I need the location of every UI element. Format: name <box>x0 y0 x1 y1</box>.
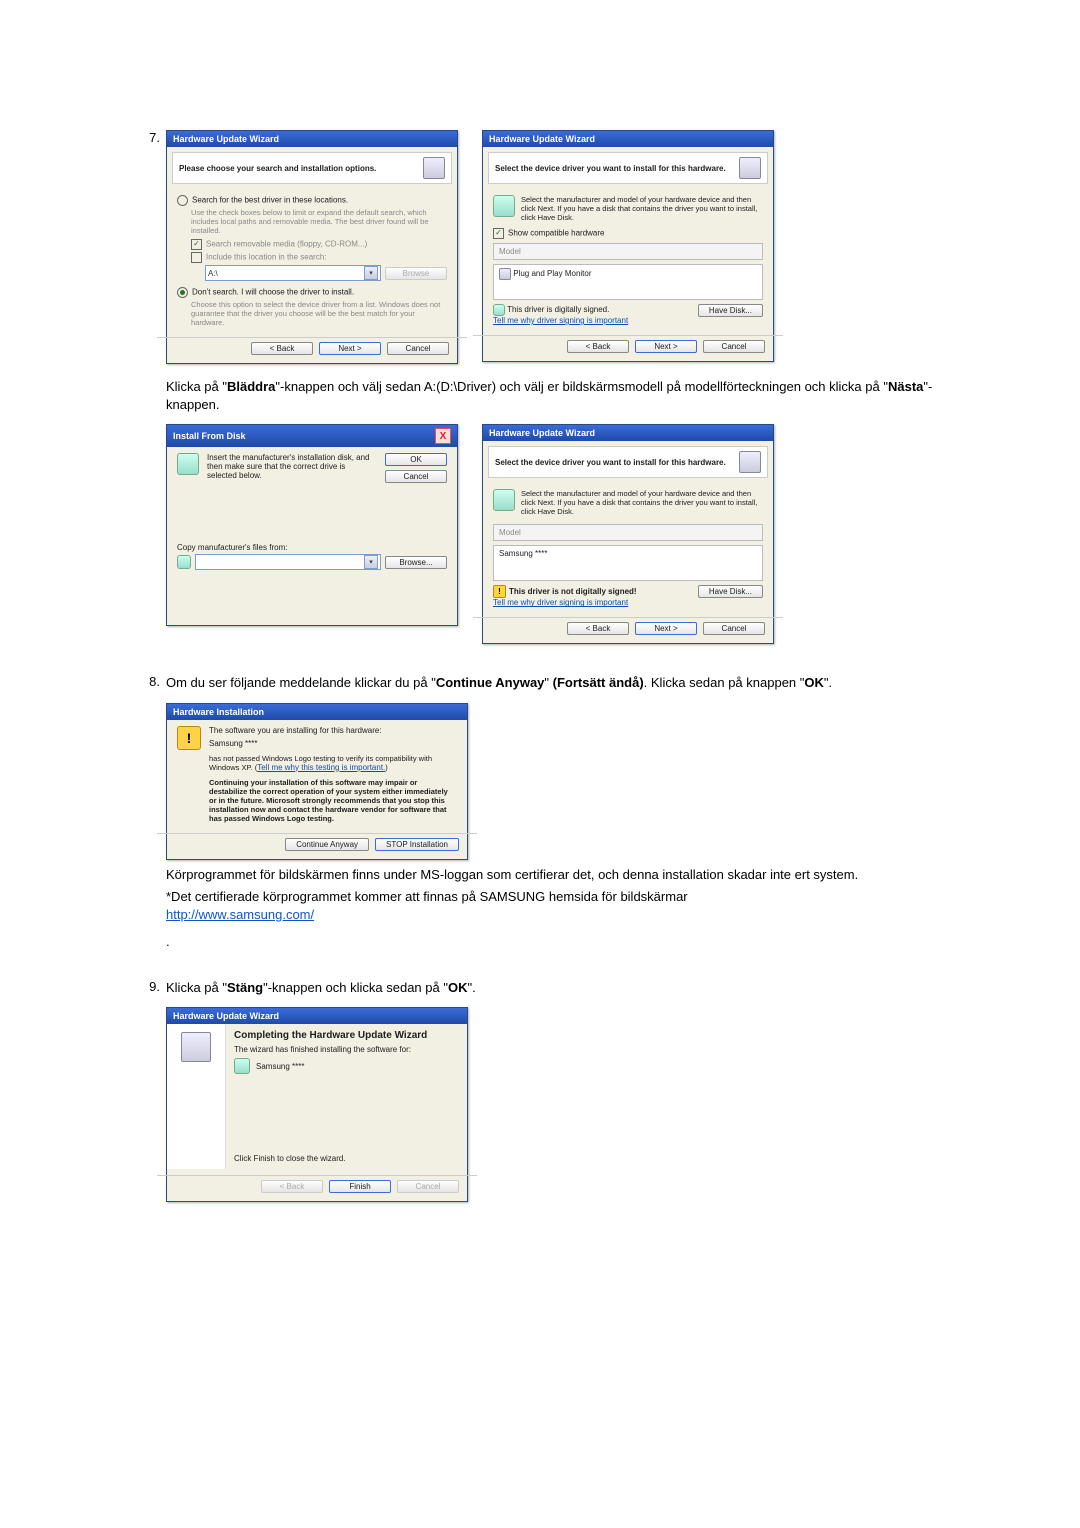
wizard-icon <box>423 157 445 179</box>
step-number: 8. <box>130 674 166 949</box>
warning-icon: ! <box>177 726 201 750</box>
cancel-button[interactable]: Cancel <box>703 340 765 353</box>
wizard-icon <box>181 1032 211 1062</box>
completing-heading: Completing the Hardware Update Wizard <box>234 1030 459 1041</box>
have-disk-button[interactable]: Have Disk... <box>698 304 763 317</box>
back-button: < Back <box>261 1180 323 1193</box>
check-show-compatible[interactable] <box>493 228 504 239</box>
continue-anyway-button[interactable]: Continue Anyway <box>285 838 369 851</box>
monitor-icon <box>234 1058 250 1074</box>
back-button[interactable]: < Back <box>251 342 313 355</box>
link-why-signing[interactable]: Tell me why driver signing is important <box>493 598 637 607</box>
dialog-install-from-disk: Install From Disk X Insert the manufactu… <box>166 424 458 626</box>
samsung-link[interactable]: http://www.samsung.com/ <box>166 907 314 922</box>
radio-dont-search[interactable] <box>177 287 188 298</box>
check-include-location <box>191 252 202 263</box>
dialog-title: Hardware Update Wizard <box>173 134 279 144</box>
next-button[interactable]: Next > <box>319 342 381 355</box>
cert-icon <box>493 304 505 316</box>
dialog-title: Hardware Update Wizard <box>173 1011 279 1021</box>
step-8: 8. Om du ser följande meddelande klickar… <box>130 674 950 949</box>
radio-search-best[interactable] <box>177 195 188 206</box>
dialog-completing-wizard: Hardware Update Wizard Completing the Ha… <box>166 1007 468 1202</box>
browse-button: Browse <box>385 267 447 280</box>
cancel-button: Cancel <box>397 1180 459 1193</box>
chevron-down-icon: ▾ <box>364 555 378 569</box>
disk-icon <box>493 195 515 217</box>
back-button[interactable]: < Back <box>567 622 629 635</box>
stop-installation-button[interactable]: STOP Installation <box>375 838 459 851</box>
drive-icon <box>177 555 191 569</box>
check-removable <box>191 239 202 250</box>
have-disk-button[interactable]: Have Disk... <box>698 585 763 598</box>
model-header: Model <box>493 524 763 541</box>
cancel-button[interactable]: Cancel <box>703 622 765 635</box>
next-button[interactable]: Next > <box>635 622 697 635</box>
wizard-icon <box>739 157 761 179</box>
cancel-button[interactable]: Cancel <box>387 342 449 355</box>
browse-button[interactable]: Browse... <box>385 556 447 569</box>
dialog-select-driver-unsigned: Hardware Update Wizard Select the device… <box>482 424 774 644</box>
ok-button[interactable]: OK <box>385 453 447 466</box>
wizard-icon <box>739 451 761 473</box>
dialog-title: Install From Disk <box>173 431 246 441</box>
path-select[interactable]: ▾ <box>195 554 381 570</box>
model-value: Plug and Play Monitor <box>513 269 591 278</box>
dialog-heading: Select the device driver you want to ins… <box>495 458 726 467</box>
close-icon[interactable]: X <box>435 428 451 444</box>
chevron-down-icon: ▾ <box>364 266 378 280</box>
dialog-search-options: Hardware Update Wizard Please choose you… <box>166 130 458 364</box>
link-why-testing[interactable]: Tell me why this testing is important. <box>257 763 385 772</box>
disk-icon <box>177 453 199 475</box>
link-why-signing[interactable]: Tell me why driver signing is important <box>493 316 628 325</box>
next-button[interactable]: Next > <box>635 340 697 353</box>
dialog-title: Hardware Update Wizard <box>489 428 595 438</box>
dialog-title: Hardware Installation <box>173 707 264 717</box>
finish-button[interactable]: Finish <box>329 1180 391 1193</box>
model-header: Model <box>493 243 763 260</box>
step-9: 9. Klicka på "Stäng"-knappen och klicka … <box>130 979 950 1202</box>
step-number: 7. <box>130 130 166 644</box>
dialog-hardware-installation: Hardware Installation ! The software you… <box>166 703 468 860</box>
back-button[interactable]: < Back <box>567 340 629 353</box>
dialog-select-driver-signed: Hardware Update Wizard Select the device… <box>482 130 774 362</box>
monitor-icon <box>499 268 511 280</box>
copy-from-label: Copy manufacturer's files from: <box>177 543 447 552</box>
step-number: 9. <box>130 979 166 1202</box>
model-value: Samsung **** <box>493 545 763 581</box>
dialog-heading: Select the device driver you want to ins… <box>495 164 726 173</box>
cancel-button[interactable]: Cancel <box>385 470 447 483</box>
dialog-title: Hardware Update Wizard <box>489 134 595 144</box>
warning-icon: ! <box>493 585 506 598</box>
dialog-heading: Please choose your search and installati… <box>179 164 376 173</box>
disk-icon <box>493 489 515 511</box>
step-7: 7. Hardware Update Wizard Please choose … <box>130 130 950 644</box>
